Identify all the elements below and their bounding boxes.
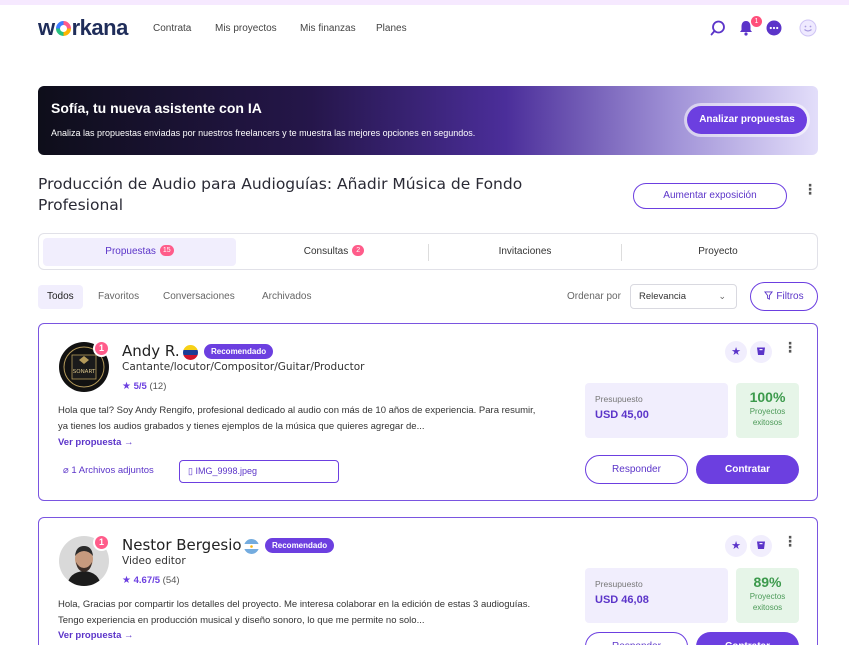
hire-button[interactable]: Contratar <box>696 455 799 484</box>
tab-label: Propuestas <box>105 246 156 257</box>
tab-count-badge: 15 <box>159 244 174 256</box>
archive-icon[interactable] <box>750 535 772 557</box>
nav-planes[interactable]: Planes <box>376 23 407 34</box>
proposal-description: Hola, Gracias por compartir los detalles… <box>58 599 531 626</box>
attachments-label: 1 Archivos adjuntos <box>71 465 154 476</box>
freelancer-name[interactable]: Nestor Bergesio <box>122 536 242 554</box>
hire-button[interactable]: Contratar <box>696 632 799 645</box>
tab-count-badge: 2 <box>352 244 365 256</box>
star-icon: ★ <box>122 575 131 586</box>
filters-label: Filtros <box>776 291 804 302</box>
budget-label: Presupuesto <box>595 579 643 589</box>
archive-icon[interactable] <box>750 341 772 363</box>
chevron-down-icon: ⌄ <box>718 291 726 301</box>
view-proposal-link[interactable]: Ver propuesta → <box>58 630 134 641</box>
funnel-icon <box>764 291 774 300</box>
proposal-card[interactable]: 1 Nestor Bergesio Recomendado Video edit… <box>38 517 818 645</box>
workana-logo[interactable]: w rkana <box>38 15 128 41</box>
tab-label: Consultas <box>303 246 349 257</box>
freelancer-name[interactable]: Andy R. <box>122 342 180 360</box>
paperclip-icon: ⌀ <box>63 465 69 476</box>
tab-propuestas[interactable]: Propuestas 15 <box>43 238 236 266</box>
success-rate-box: 89% Proyectos exitosos <box>736 568 799 623</box>
budget-label: Presupuesto <box>595 394 643 404</box>
reply-button[interactable]: Responder <box>585 455 688 484</box>
filters-button[interactable]: Filtros <box>750 282 818 311</box>
freelancer-role: Cantante/locutor/Compositor/Guitar/Produ… <box>122 361 365 373</box>
notification-count-badge: 1 <box>751 16 762 27</box>
success-rate-box: 100% Proyectos exitosos <box>736 383 799 438</box>
proposal-more-icon[interactable]: ⋮ <box>783 341 797 355</box>
proposal-description: Hola que tal? Soy Andy Rengifo, profesio… <box>58 405 536 432</box>
file-icon: ▯ <box>188 466 193 476</box>
filter-favoritos[interactable]: Favoritos <box>98 285 139 309</box>
chat-icon[interactable] <box>765 19 783 37</box>
sort-label: Ordenar por <box>567 291 621 302</box>
tab-consultas[interactable]: Consultas 2 <box>239 238 429 266</box>
filter-conversaciones[interactable]: Conversaciones <box>163 285 235 309</box>
freelancer-rating: ★ 5/5 (12) <box>122 381 166 392</box>
tab-label: Invitaciones <box>498 246 552 257</box>
sort-select[interactable]: Relevancia ⌄ <box>630 284 737 309</box>
venezuela-flag-icon <box>183 345 198 360</box>
freelancer-rating: ★ 4.67/5 (54) <box>122 575 180 586</box>
rating-value: 4.67/5 <box>133 575 161 586</box>
budget-box: Presupuesto USD 45,00 <box>585 383 728 438</box>
nav-mis-finanzas[interactable]: Mis finanzas <box>300 23 356 34</box>
rating-value: 5/5 <box>133 381 147 392</box>
nav-mis-proyectos[interactable]: Mis proyectos <box>215 23 277 34</box>
attachments-count[interactable]: ⌀ 1 Archivos adjuntos <box>63 465 154 476</box>
boost-exposure-button[interactable]: Aumentar exposición <box>633 183 787 209</box>
favorite-star-icon[interactable]: ★ <box>725 341 747 363</box>
filter-todos[interactable]: Todos <box>38 285 83 309</box>
success-label: Proyectos exitosos <box>749 592 786 612</box>
success-percentage: 89% <box>753 574 782 590</box>
nav-contrata[interactable]: Contrata <box>153 23 191 34</box>
project-title: Producción de Audio para Audioguías: Aña… <box>38 175 523 214</box>
budget-amount: USD 46,08 <box>595 594 649 606</box>
view-proposal-link[interactable]: Ver propuesta → <box>58 437 134 448</box>
proposal-more-icon[interactable]: ⋮ <box>783 535 797 549</box>
sort-value: Relevancia <box>639 291 686 302</box>
tab-proyecto[interactable]: Proyecto <box>622 238 814 266</box>
rank-badge: 1 <box>93 534 110 551</box>
review-count: (54) <box>162 575 180 586</box>
user-avatar-icon[interactable] <box>799 19 817 37</box>
success-percentage: 100% <box>749 389 786 405</box>
budget-amount: USD 45,00 <box>595 409 649 421</box>
file-name: IMG_9998.jpeg <box>195 466 258 476</box>
ai-assistant-banner: Sofía, tu nueva asistente con IA Analiza… <box>38 86 818 155</box>
reply-button[interactable]: Responder <box>585 632 688 645</box>
attachment-file[interactable]: ▯ IMG_9998.jpeg <box>179 460 339 483</box>
tab-invitaciones[interactable]: Invitaciones <box>429 238 621 266</box>
rank-badge: 1 <box>93 340 110 357</box>
review-count: (12) <box>149 381 167 392</box>
project-more-icon[interactable]: ⋮ <box>803 183 817 197</box>
search-icon[interactable] <box>709 19 727 37</box>
filter-archivados[interactable]: Archivados <box>262 285 311 309</box>
recommended-badge: Recomendado <box>204 344 274 359</box>
analyze-proposals-button[interactable]: Analizar propuestas <box>687 106 807 134</box>
banner-description: Analiza las propuestas enviadas por nues… <box>51 128 476 138</box>
top-header: w rkana Contrata Mis proyectos Mis finanz… <box>0 5 849 51</box>
project-tabs: Propuestas 15 Consultas 2 Invitaciones Pro… <box>38 233 818 270</box>
tab-label: Proyecto <box>698 246 738 257</box>
banner-title: Sofía, tu nueva asistente con IA <box>51 100 262 116</box>
budget-box: Presupuesto USD 46,08 <box>585 568 728 623</box>
freelancer-role: Video editor <box>122 555 186 567</box>
proposal-card[interactable]: SONART 1 Andy R. Recomendado Cantante/lo… <box>38 323 818 501</box>
favorite-star-icon[interactable]: ★ <box>725 535 747 557</box>
avatar-logo-text: SONART <box>73 369 96 375</box>
argentina-flag-icon <box>244 539 259 554</box>
analyze-button-wrapper: Analizar propuestas <box>684 103 810 137</box>
success-label: Proyectos exitosos <box>749 407 786 427</box>
recommended-badge: Recomendado <box>265 538 335 553</box>
star-icon: ★ <box>122 381 131 392</box>
